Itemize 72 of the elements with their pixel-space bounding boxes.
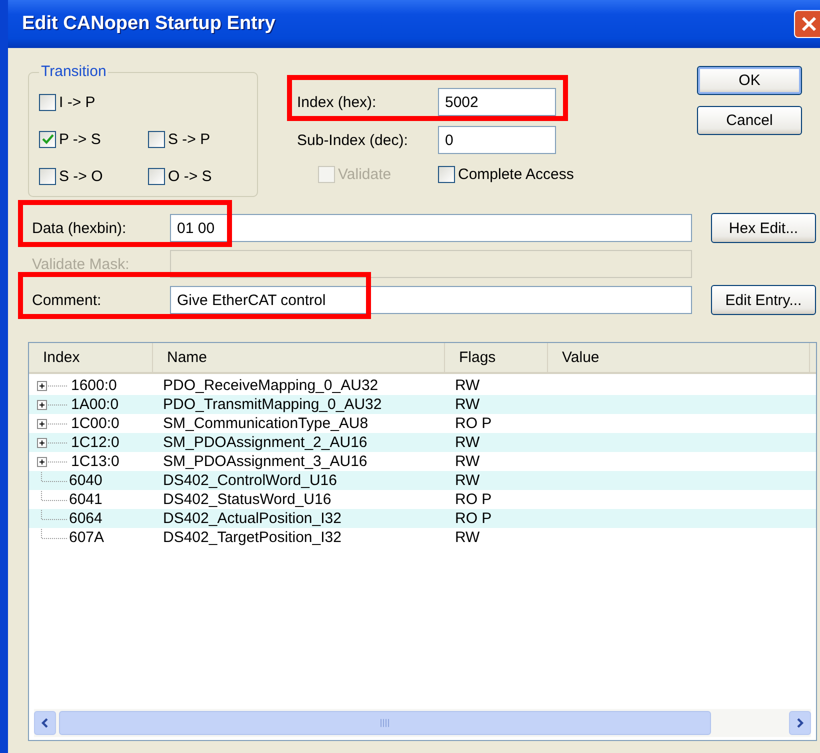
dialog-button[interactable]: Cancel (697, 106, 802, 135)
dialog-button[interactable]: OK (697, 66, 802, 95)
index-cell: 6064 (69, 510, 102, 527)
input-field[interactable]: 5002 (438, 88, 556, 116)
flags-cell-text: RW (454, 529, 481, 546)
column-header[interactable]: Flags (445, 343, 548, 372)
input-field[interactable]: 01 00 (170, 214, 692, 242)
column-header[interactable]: Value (548, 343, 810, 372)
name-cell-text: PDO_TransmitMapping_0_AU32 (162, 396, 383, 413)
expand-icon[interactable] (37, 418, 69, 430)
list-row[interactable]: 607A DS402_TargetPosition_I32 RW (29, 528, 816, 547)
flags-cell-text: RO P (454, 491, 493, 508)
list-row[interactable]: 6064 DS402_ActualPosition_I32 RO P (29, 509, 816, 528)
index-cell: 607A (69, 529, 104, 546)
list-row[interactable]: 1C13:0 SM_PDOAssignment_3_AU16 RW (29, 452, 816, 471)
flags-cell-text: RW (454, 377, 481, 394)
flags-cell-text: RW (454, 396, 481, 413)
list-row[interactable]: 1C12:0 SM_PDOAssignment_2_AU16 RW (29, 433, 816, 452)
horizontal-scrollbar[interactable] (34, 709, 811, 737)
scroll-left-icon[interactable] (34, 711, 56, 735)
index-cell: 1C00:0 (71, 415, 120, 432)
action-button[interactable]: Edit Entry... (711, 285, 816, 315)
field-label: Index (hex): (297, 94, 378, 110)
field-label: Validate Mask: (31, 256, 130, 272)
expand-icon[interactable] (37, 436, 69, 448)
name-cell-text: DS402_ControlWord_U16 (162, 472, 338, 489)
transition-checkbox[interactable]: P -> S (39, 128, 148, 150)
action-button[interactable]: Hex Edit... (711, 213, 816, 243)
column-header[interactable]: Name (153, 343, 445, 372)
index-cell: 1C13:0 (71, 453, 120, 470)
transition-checkbox[interactable]: S -> P (148, 128, 257, 150)
scroll-right-icon[interactable] (789, 711, 811, 735)
list-row[interactable]: 1600:0 PDO_ReceiveMapping_0_AU32 RW (29, 376, 816, 395)
transition-checkbox[interactable]: S -> O (39, 165, 148, 187)
index-cell: 6040 (69, 472, 102, 489)
flags-cell-text: RW (454, 434, 481, 451)
checkmark-icon (40, 132, 54, 146)
name-cell-text: DS402_TargetPosition_I32 (162, 529, 342, 546)
flags-cell-text: RW (454, 472, 481, 489)
list-row[interactable]: 6040 DS402_ControlWord_U16 RW (29, 471, 816, 490)
name-cell-text: DS402_ActualPosition_I32 (162, 510, 342, 527)
name-cell-text: DS402_StatusWord_U16 (162, 491, 332, 508)
flags-cell-text: RW (454, 453, 481, 470)
expand-icon[interactable] (37, 456, 69, 468)
name-cell-text: SM_PDOAssignment_2_AU16 (162, 434, 368, 451)
transition-checkbox[interactable]: O -> S (148, 165, 257, 187)
name-cell-text: SM_CommunicationType_AU8 (162, 415, 370, 432)
list-row[interactable]: 6041 DS402_StatusWord_U16 RO P (29, 490, 816, 509)
close-icon (800, 15, 818, 33)
flags-cell-text: RO P (454, 415, 493, 432)
index-cell: 1600:0 (71, 377, 117, 394)
option-checkbox[interactable]: Complete Access (438, 163, 608, 185)
field-label: Sub-Index (dec): (297, 132, 409, 148)
name-cell-text: SM_PDOAssignment_3_AU16 (162, 453, 368, 470)
close-button[interactable] (794, 10, 820, 38)
transition-checkbox[interactable]: I -> P (39, 91, 149, 113)
field-label: Data (hexbin): (31, 220, 128, 236)
flags-cell-text: RO P (454, 510, 493, 527)
index-cell: 1A00:0 (71, 396, 119, 413)
index-cell: 6041 (69, 491, 102, 508)
scroll-thumb[interactable] (59, 711, 711, 735)
index-cell: 1C12:0 (71, 434, 120, 451)
input-field[interactable]: Give EtherCAT control (170, 286, 692, 314)
window-title: Edit CANopen Startup Entry (22, 13, 276, 35)
expand-icon[interactable] (37, 398, 69, 410)
input-field[interactable]: 0 (438, 126, 556, 154)
name-cell-text: PDO_ReceiveMapping_0_AU32 (162, 377, 380, 394)
list-row[interactable]: 1C00:0 SM_CommunicationType_AU8 RO P (29, 414, 816, 433)
expand-icon[interactable] (37, 380, 69, 392)
field-label: Comment: (31, 292, 102, 308)
column-header[interactable]: Index (29, 343, 153, 372)
list-row[interactable]: 1A00:0 PDO_TransmitMapping_0_AU32 RW (29, 395, 816, 414)
